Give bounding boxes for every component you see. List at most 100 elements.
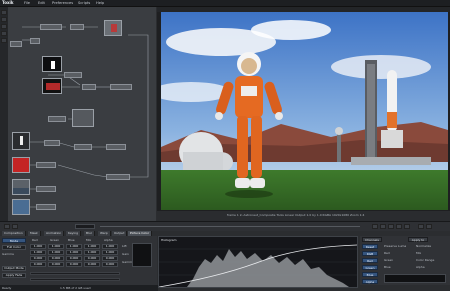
timeline-prev-icon[interactable] xyxy=(12,224,18,229)
reset-button[interactable]: Reset xyxy=(362,244,378,249)
status-bar: Ready 1.5 MB of 2 GB used xyxy=(0,285,158,291)
next-frame-icon[interactable] xyxy=(396,224,402,229)
graph-node[interactable] xyxy=(74,144,92,150)
play-backward-icon[interactable] xyxy=(372,224,378,229)
mix-slider[interactable] xyxy=(30,272,120,275)
graph-node[interactable] xyxy=(36,204,56,210)
graph-node[interactable] xyxy=(106,174,130,180)
graph-node[interactable] xyxy=(36,186,56,192)
value-field[interactable]: 1.000 xyxy=(66,244,82,249)
value-field[interactable]: 0.000 xyxy=(30,262,46,267)
graph-node[interactable] xyxy=(44,140,60,146)
node-thumbnail[interactable] xyxy=(72,109,94,127)
menu-help[interactable]: Help xyxy=(96,0,104,6)
histogram-panel[interactable]: Histogram xyxy=(158,236,358,288)
node-thumbnail[interactable] xyxy=(42,78,62,94)
value-field[interactable]: 0.000 xyxy=(48,256,64,261)
link-tool-icon[interactable] xyxy=(1,31,7,36)
value-field[interactable]: 1.000 xyxy=(84,250,100,255)
option-label[interactable]: Normalize xyxy=(416,244,431,248)
blue-button[interactable]: Blue xyxy=(362,272,378,277)
graph-node[interactable] xyxy=(70,24,84,30)
gamma-label: Gamma xyxy=(2,252,14,256)
settings-icon[interactable] xyxy=(426,224,432,229)
node-thumbnail[interactable] xyxy=(12,132,30,150)
value-field[interactable]: 0.000 xyxy=(30,256,46,261)
value-field[interactable]: 0.000 xyxy=(102,256,118,261)
node-thumbnail[interactable] xyxy=(12,199,30,215)
graph-node[interactable] xyxy=(36,162,56,168)
graph-node[interactable] xyxy=(64,72,82,78)
apply-to-button[interactable]: Apply to xyxy=(408,237,428,242)
timeline-start-icon[interactable] xyxy=(4,224,10,229)
graph-node[interactable] xyxy=(30,38,40,44)
range-bar[interactable] xyxy=(384,274,446,283)
gain-label: Gain xyxy=(122,252,129,256)
alpha-button[interactable]: Alpha xyxy=(362,279,378,284)
color-swatch[interactable] xyxy=(132,243,152,267)
value-field[interactable]: 0.000 xyxy=(66,256,82,261)
menu-preferences[interactable]: Preferences xyxy=(52,0,73,6)
value-field[interactable]: 1.000 xyxy=(30,244,46,249)
channels-button[interactable]: Channels xyxy=(362,237,382,242)
graph-node[interactable] xyxy=(10,41,22,47)
column-header: Mix xyxy=(86,238,92,242)
value-field[interactable]: 0.000 xyxy=(84,262,100,267)
alpha-slider[interactable] xyxy=(30,278,120,281)
menu-scripts[interactable]: Scripts xyxy=(78,0,90,6)
green-button[interactable]: Green xyxy=(362,265,378,270)
graph-node[interactable] xyxy=(40,24,62,30)
rgb-button[interactable]: RGB xyxy=(362,251,378,256)
graph-node[interactable] xyxy=(48,116,66,122)
value-field[interactable]: 1.000 xyxy=(48,244,64,249)
stop-icon[interactable] xyxy=(380,224,386,229)
pan-tool-icon[interactable] xyxy=(1,17,7,22)
timeline-track[interactable] xyxy=(100,226,360,227)
value-field[interactable]: 1.000 xyxy=(48,250,64,255)
apply-fade-field[interactable]: Apply Fade xyxy=(2,273,26,278)
node-thumbnail[interactable] xyxy=(104,20,122,36)
menubar: Toxik File Edit Preferences Scripts Help xyxy=(0,0,450,7)
graph-node[interactable] xyxy=(110,84,132,90)
node-thumbnail[interactable] xyxy=(12,179,30,195)
zoom-tool-icon[interactable] xyxy=(1,24,7,29)
viewer-status-bar: frame 1 in Astronaut_Composite Tools Lin… xyxy=(157,211,450,221)
end-frame-icon[interactable] xyxy=(404,224,410,229)
graph-node[interactable] xyxy=(82,84,96,90)
mode-select[interactable]: Full Color xyxy=(2,245,26,250)
menu-edit[interactable]: Edit xyxy=(38,0,45,6)
cut-tool-icon[interactable] xyxy=(1,38,7,43)
value-field[interactable]: 0.000 xyxy=(84,256,100,261)
frame-field[interactable] xyxy=(75,224,95,229)
red-button[interactable]: Red xyxy=(362,258,378,263)
column-header: Green xyxy=(50,238,60,242)
output-mode-select[interactable]: Output Mode xyxy=(2,266,26,271)
channel-panel: Channels Apply to Reset RGB Red Green Bl… xyxy=(360,236,450,285)
value-field[interactable]: 0.000 xyxy=(48,262,64,267)
menu-file[interactable]: File xyxy=(24,0,30,6)
value-field[interactable]: 1.000 xyxy=(102,244,118,249)
select-tool-icon[interactable] xyxy=(1,10,7,15)
value-field[interactable]: 1.000 xyxy=(66,250,82,255)
value-field[interactable]: 0.000 xyxy=(66,262,82,267)
node-thumbnail[interactable] xyxy=(12,157,30,173)
channel-label: Alpha xyxy=(416,265,425,269)
viewer-panel[interactable] xyxy=(157,12,450,211)
viewer-status-text: frame 1 in Astronaut_Composite Tools Lin… xyxy=(227,213,365,217)
histogram-plot xyxy=(159,244,357,287)
node-graph[interactable] xyxy=(8,7,156,221)
node-thumbnail[interactable] xyxy=(42,56,62,72)
status-text: Ready xyxy=(2,286,12,290)
graph-node[interactable] xyxy=(106,144,126,150)
memory-text: 1.5 MB of 2 GB used xyxy=(60,286,91,290)
play-forward-icon[interactable] xyxy=(388,224,394,229)
value-field[interactable]: 1.000 xyxy=(84,244,100,249)
option-label[interactable]: Preserve Luma xyxy=(384,244,406,248)
app-logo: Toxik xyxy=(2,0,14,5)
channel-label: Mix xyxy=(416,251,422,255)
color-correction-panel: Mode Full Color Gamma Output Mode Apply … xyxy=(0,236,157,285)
value-field[interactable]: 1.000 xyxy=(30,250,46,255)
value-field[interactable]: 1.000 xyxy=(102,250,118,255)
loop-icon[interactable] xyxy=(418,224,424,229)
value-field[interactable]: 0.000 xyxy=(102,262,118,267)
